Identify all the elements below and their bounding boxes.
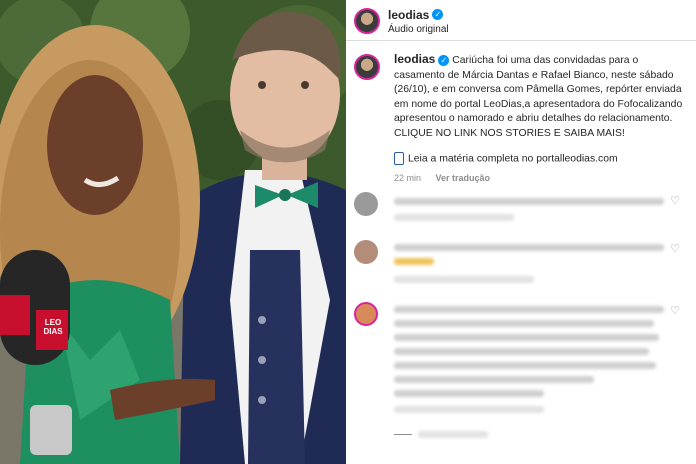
post-header: leodias ✓ Áudio original xyxy=(354,6,449,35)
comment-text-blurred xyxy=(394,376,594,383)
caption-link-text: Leia a matéria completa no portalleodias… xyxy=(408,152,618,164)
comment-text-blurred xyxy=(394,390,544,397)
like-heart-icon[interactable]: ♡ xyxy=(670,194,680,207)
comment-text-blurred xyxy=(394,320,654,327)
comments-panel: leodias ✓ Áudio original leodias ✓ Cariúch… xyxy=(346,0,696,464)
comment-text-blurred xyxy=(394,306,664,313)
post-time: 22 min xyxy=(394,173,422,184)
commenter-avatar[interactable] xyxy=(354,192,378,216)
mic-logo-text: LEO DIAS xyxy=(43,318,63,336)
caption-text: Cariúcha foi uma das convidadas para o c… xyxy=(394,55,683,139)
caption-username[interactable]: leodias xyxy=(394,52,435,66)
post-caption-block: leodias ✓ Cariúcha foi uma das convidadas… xyxy=(354,52,686,186)
comment-meta-blurred xyxy=(394,276,534,283)
caption-avatar[interactable] xyxy=(354,54,380,80)
audio-label[interactable]: Áudio original xyxy=(388,24,449,35)
replies-label-blurred xyxy=(418,431,488,438)
verified-badge-icon: ✓ xyxy=(432,9,444,21)
phone-icon xyxy=(394,151,404,165)
translate-link[interactable]: Ver tradução xyxy=(436,173,491,183)
header-divider xyxy=(346,40,696,41)
comment-text-blurred xyxy=(394,362,656,369)
author-avatar[interactable] xyxy=(354,7,380,34)
comment-text-blurred xyxy=(394,198,664,205)
like-heart-icon[interactable]: ♡ xyxy=(670,304,680,317)
commenter-avatar[interactable] xyxy=(354,240,378,264)
like-heart-icon[interactable]: ♡ xyxy=(670,242,680,255)
caption-meta: 22 min Ver tradução xyxy=(394,171,686,186)
caption-link-line: Leia a matéria completa no portalleodias… xyxy=(394,151,686,167)
post-photo: LEO DIAS xyxy=(0,0,346,464)
commenter-avatar[interactable] xyxy=(354,302,378,326)
verified-badge-icon: ✓ xyxy=(438,54,450,66)
comment-text-blurred xyxy=(394,348,649,355)
replies-line xyxy=(394,434,412,435)
comment-meta-blurred xyxy=(394,214,514,221)
comment-text-blurred xyxy=(394,244,664,251)
author-username[interactable]: leodias xyxy=(388,8,429,22)
comment-emoji-blurred xyxy=(394,258,434,265)
post-photo-illustration xyxy=(0,0,346,464)
comment-text-blurred xyxy=(394,334,659,341)
comment-meta-blurred xyxy=(394,406,544,413)
